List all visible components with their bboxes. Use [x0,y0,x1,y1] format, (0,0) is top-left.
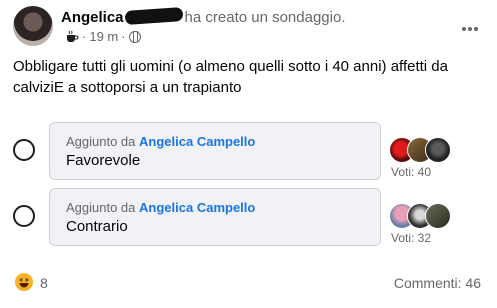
added-by-line: Aggiunto da Angelica Campello [66,200,255,215]
poll-option-radio[interactable] [13,139,35,161]
globe-icon [128,30,141,43]
voter-avatars[interactable] [389,203,469,229]
voter-avatars[interactable] [389,137,469,163]
more-options-button[interactable] [461,16,479,37]
author-line: Angelica ha creato un sondaggio. [61,6,346,26]
author-name[interactable]: Angelica [61,9,124,26]
post-meta: · 19 m · [65,29,141,44]
votes-count[interactable]: Voti: 32 [391,231,431,245]
haha-reaction-icon[interactable] [15,273,33,291]
poll-option: Aggiunto da Angelica Campello Favorevole… [13,122,483,180]
votes-count[interactable]: Voti: 40 [391,165,431,179]
reaction-count[interactable]: 8 [40,275,48,291]
voter-avatar [425,203,451,229]
meta-separator: · [82,29,87,44]
post-footer: 8 Commenti: 46 [13,270,483,296]
poll-option-radio[interactable] [13,205,35,227]
post-action-text: ha creato un sondaggio. [184,9,346,26]
meta-separator-2: · [121,29,126,44]
coffee-cup-icon [65,30,79,44]
more-horizontal-icon [462,27,478,31]
post-time[interactable]: 19 m [89,29,118,44]
poll-option-label: Favorevole [66,152,141,169]
added-by-line: Aggiunto da Angelica Campello [66,134,255,149]
redaction-scribble [124,6,183,26]
added-by-prefix: Aggiunto da [66,134,136,149]
added-by-prefix: Aggiunto da [66,200,136,215]
poll-option: Aggiunto da Angelica Campello Contrario … [13,188,483,246]
poll-option-label: Contrario [66,218,128,235]
post-header: Angelica ha creato un sondaggio. · 19 m · [13,6,483,46]
poll-option-box[interactable]: Aggiunto da Angelica Campello Favorevole [49,122,381,180]
added-by-name[interactable]: Angelica Campello [139,200,255,215]
voter-avatar [425,137,451,163]
comments-count[interactable]: Commenti: 46 [394,275,481,291]
added-by-name[interactable]: Angelica Campello [139,134,255,149]
author-avatar[interactable] [13,6,53,46]
post-text: Obbligare tutti gli uomini (o almeno que… [13,58,448,96]
poll-option-box[interactable]: Aggiunto da Angelica Campello Contrario [49,188,381,246]
